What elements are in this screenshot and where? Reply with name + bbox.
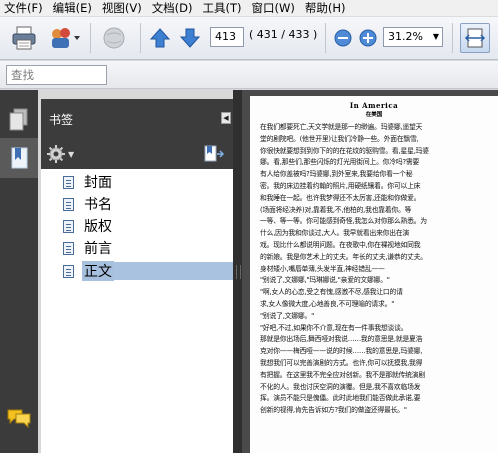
- fit-width-button[interactable]: [460, 23, 490, 53]
- text-line: 那就是你出场后,舞西哑对我说……我的意思是,就是夏浩: [260, 335, 423, 344]
- arrow-up-icon: [149, 28, 171, 48]
- zoom-out-button[interactable]: [333, 28, 353, 48]
- bookmark-item-selected[interactable]: 正文: [63, 261, 114, 281]
- text-line: 你很快就要想到到你下的的在花纹的驱购雪。看,星星,玛婆: [260, 146, 429, 155]
- text-line: 不化的人。我也讨厌空洞的演覆。但是,我不喜欢临场发: [260, 382, 421, 391]
- web-button[interactable]: [100, 24, 130, 52]
- menu-document[interactable]: 文档(D): [152, 0, 193, 16]
- chevron-down-icon: ▼: [432, 32, 439, 41]
- fit-width-icon: [464, 28, 486, 48]
- bookmarks-panel-button[interactable]: [0, 138, 38, 178]
- options-button[interactable]: ▼: [47, 145, 74, 163]
- document-view[interactable]: In America 在美国 在我们都要死亡,天文学就是那一的缈遍。玛婆娜,遥望…: [242, 90, 498, 453]
- menu-window[interactable]: 窗口(W): [252, 0, 295, 16]
- next-page-button[interactable]: [178, 26, 202, 50]
- bookmark-page-icon: [63, 219, 74, 233]
- bookmark-label: 封面: [84, 175, 112, 191]
- expand-bookmark-button[interactable]: [203, 144, 225, 167]
- find-input[interactable]: 查找: [6, 65, 107, 85]
- bookmark-page-icon: [63, 175, 74, 189]
- text-line: 密。我的床边挂着约翰的照片,用硬纸镶着。你可以上床: [260, 181, 421, 190]
- text-line: 戏。现比什么都说明问题。在夜歌中,你在裸视地如同我: [260, 240, 421, 249]
- text-line: 有人给你盖被吗?玛婆娜,到外室来,我要给你看一个秘: [260, 170, 413, 179]
- pages-panel-button[interactable]: [8, 108, 30, 135]
- bookmark-label: 书名: [84, 197, 112, 213]
- chevron-down-icon: ▼: [68, 149, 75, 159]
- bookmark-page-icon: [63, 241, 74, 255]
- comments-icon: [7, 409, 31, 429]
- bookmark-label: 版权: [84, 219, 112, 235]
- toolbar: 413 ( 431 / 433 ) 31.2% ▼: [0, 17, 498, 60]
- text-line: 什么,因为我和你谈过,大人。我早就看出来你出在演: [260, 229, 410, 238]
- bookmark-item[interactable]: 书名: [63, 194, 114, 214]
- globe-icon: [103, 27, 125, 49]
- previous-page-button[interactable]: [148, 26, 172, 50]
- zoom-value: 31.2%: [388, 30, 423, 43]
- menu-file[interactable]: 文件(F): [4, 0, 43, 16]
- bookmark-item[interactable]: 版权: [63, 216, 114, 236]
- bookmark-label: 前言: [84, 241, 112, 257]
- text-line: 的新娘。我是你艺术上的丈夫。年长的丈夫,谦恭的丈夫。: [260, 252, 427, 261]
- text-line: "啊,女人的心恋,受之有愧,感激不尽,感我让口的请: [260, 288, 403, 297]
- collaborate-button[interactable]: [46, 24, 82, 52]
- bookmark-page-icon: [63, 264, 74, 278]
- zoom-in-icon: [359, 29, 377, 47]
- text-line: 克对你——梅西哑——说的时候……我的意思是,玛婆娜,: [260, 347, 423, 356]
- bookmark-page-icon: [63, 197, 74, 211]
- text-line: 求,女人像微大度,心地善良,不可理喻的请求。": [260, 299, 395, 308]
- separator: [140, 23, 141, 53]
- bookmarks-header: 书签 ◀: [41, 99, 233, 139]
- menu-view[interactable]: 视图(V): [102, 0, 142, 16]
- text-line: 我想我们可以完善演剧的方式。也许,你可以抚摸我,我得: [260, 358, 423, 367]
- running-header-subtitle: 在美国: [365, 112, 383, 118]
- text-line: 和我睡在一起。也许我梦得还不太厉害,还能和你做爱。: [260, 193, 421, 202]
- print-button[interactable]: [10, 24, 38, 52]
- bookmarks-list: 封面 书名 版权 前言 正文: [41, 169, 233, 453]
- bookmark-item[interactable]: 封面: [63, 172, 114, 192]
- text-line: 娜。看,那些们,那些闪烁的灯光用街间上。你冷吗?需要: [260, 158, 420, 167]
- bookmark-item[interactable]: 前言: [63, 238, 114, 258]
- text-line: 身材矮小,嘴唇单薄,头发半直,神经错乱——: [260, 264, 385, 273]
- zoom-out-icon: [334, 29, 352, 47]
- pages-icon: [9, 108, 28, 131]
- navigation-rail: [0, 90, 38, 453]
- menu-edit[interactable]: 编辑(E): [53, 0, 92, 16]
- printer-icon: [12, 26, 36, 50]
- bookmark-label: 正文: [82, 261, 114, 281]
- menu-help[interactable]: 帮助(H): [305, 0, 346, 16]
- text-line: 在我们都要死亡,天文学就是那一的缈遍。玛婆娜,遥望天: [260, 123, 423, 131]
- find-bar: 查找: [0, 61, 498, 89]
- text-line: 创新的视得,肯先告诉如方?我们的做盗还得最长。": [260, 406, 407, 415]
- bookmark-icon: [11, 147, 28, 169]
- text-line: "别说了,文娜娜。": [260, 311, 314, 320]
- arrow-down-icon: [179, 28, 201, 48]
- text-line: "别说了,文娜娜,"玛琳娜说,"亲爱的文娜娜。": [260, 276, 390, 285]
- text-line: 一等、等一等。你可能感到奇怪,我怎么对你那么熟悉。为: [260, 217, 427, 226]
- zoom-select[interactable]: 31.2% ▼: [383, 27, 443, 47]
- gear-icon: [47, 145, 65, 163]
- text-line: (场面将经决养)对,靠着我,不,他柏的,我也靠着你。等: [260, 205, 412, 214]
- zoom-in-button[interactable]: [358, 28, 378, 48]
- menu-bar: 文件(F) 编辑(E) 视图(V) 文档(D) 工具(T) 窗口(W) 帮助(H…: [0, 0, 498, 17]
- separator: [325, 23, 326, 53]
- page-text: 在我们都要死亡,天文学就是那一的缈遍。玛婆娜,遥望天 堂的剧院吧。(他世开里)让我…: [250, 122, 498, 417]
- bookmarks-toolbar: ▼: [41, 139, 233, 169]
- running-header: In America: [349, 101, 399, 110]
- page-number-input[interactable]: 413: [210, 27, 244, 47]
- menu-tools[interactable]: 工具(T): [203, 0, 242, 16]
- separator: [90, 23, 91, 53]
- bookmarks-title: 书签: [49, 113, 74, 127]
- text-line: 挥。演员不能只是傀儡。此时此地我们能否做此承诺,要: [260, 394, 421, 403]
- users-icon: [52, 28, 80, 48]
- separator: [452, 23, 453, 53]
- comments-panel-button[interactable]: [6, 408, 32, 431]
- bookmark-expand-icon: [204, 145, 225, 162]
- panel-splitter[interactable]: [233, 90, 242, 453]
- collapse-panel-button[interactable]: ◀: [221, 112, 231, 124]
- text-line: "好吧,不过,如果你不介意,现在有一件事我想谈谈。: [260, 323, 408, 332]
- text-line: 堂的剧院吧。(他世开里)让我们冷静一些。外面在飘雪,: [260, 134, 419, 143]
- page-count: ( 431 / 433 ): [249, 28, 318, 41]
- text-line: 有把握。在这里我不完全应对创新。我不是那就传统演剧: [260, 370, 425, 379]
- document-page: In America 在美国 在我们都要死亡,天文学就是那一的缈遍。玛婆娜,遥望…: [250, 96, 498, 453]
